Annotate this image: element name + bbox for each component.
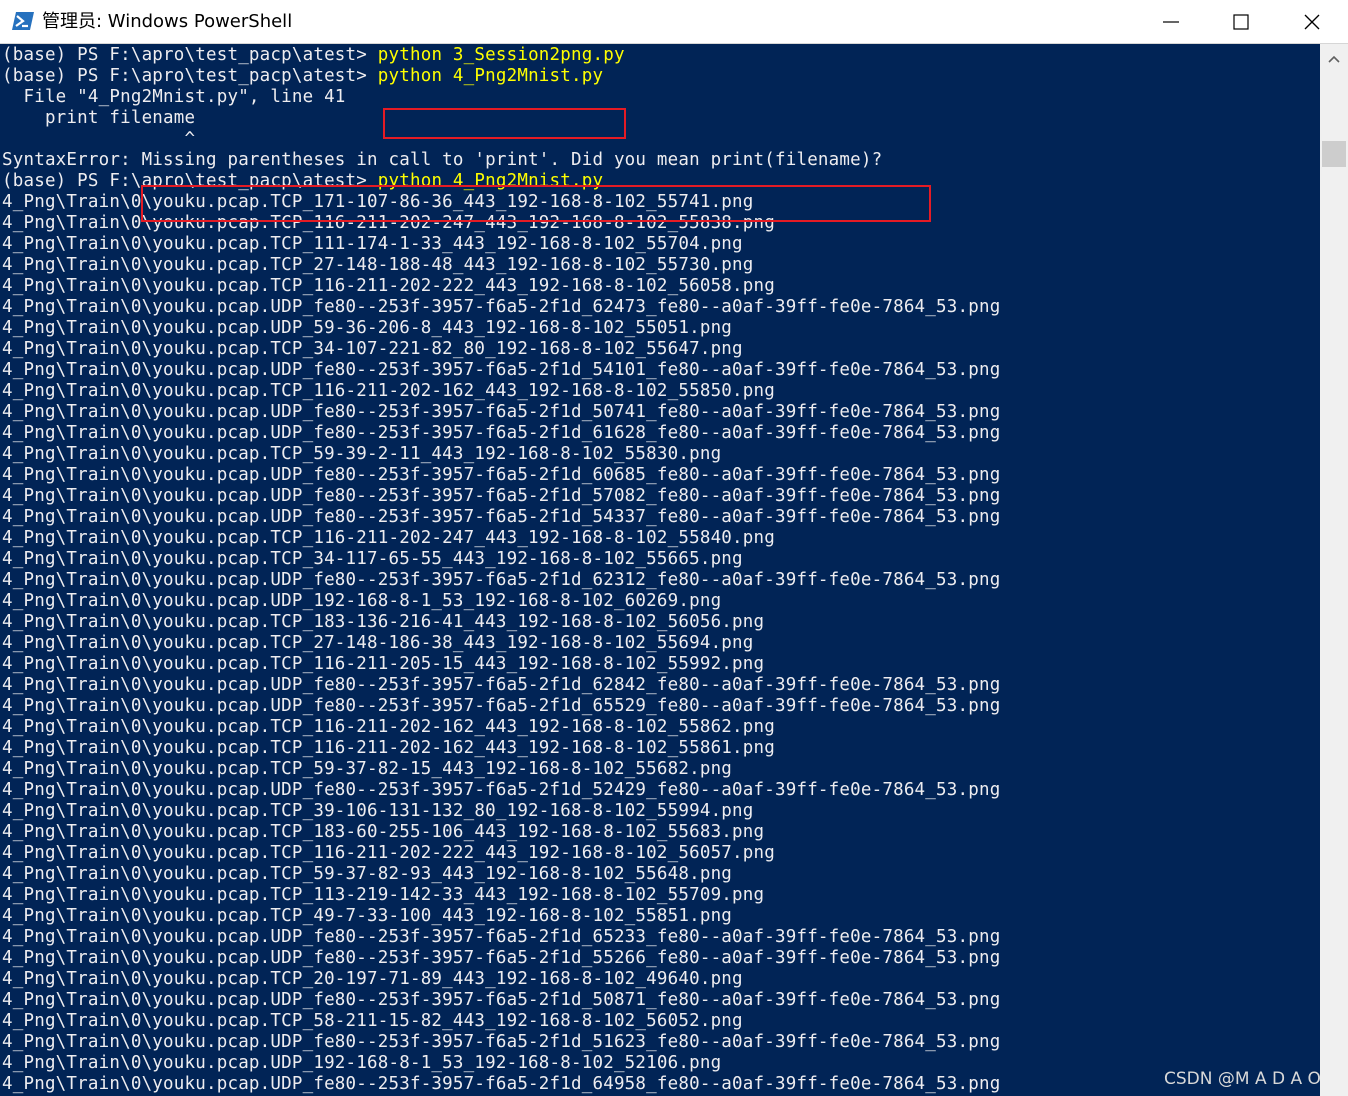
console-line: 4_Png\Train\0\youku.pcap.UDP_59-36-206-8… [2, 318, 733, 338]
vertical-scrollbar[interactable] [1320, 44, 1348, 1096]
console-line: 4_Png\Train\0\youku.pcap.TCP_49-7-33-100… [2, 906, 733, 926]
highlight-box-command [383, 108, 626, 139]
console-line: 4_Png\Train\0\youku.pcap.TCP_113-219-142… [2, 885, 765, 905]
console-line: 4_Png\Train\0\youku.pcap.TCP_39-106-131-… [2, 801, 754, 821]
console-line: 4_Png\Train\0\youku.pcap.UDP_fe80--253f-… [2, 1074, 1001, 1094]
console-line: 4_Png\Train\0\youku.pcap.UDP_fe80--253f-… [2, 402, 1001, 422]
console-line: 4_Png\Train\0\youku.pcap.UDP_fe80--253f-… [2, 696, 1001, 716]
close-icon [1304, 14, 1320, 30]
watermark: CSDN @M A D A O [1164, 1069, 1321, 1089]
console-line: 4_Png\Train\0\youku.pcap.TCP_59-37-82-93… [2, 864, 733, 884]
maximize-button[interactable] [1206, 0, 1276, 44]
console-line: 4_Png\Train\0\youku.pcap.TCP_116-211-202… [2, 717, 775, 737]
console-line: 4_Png\Train\0\youku.pcap.TCP_34-117-65-5… [2, 549, 743, 569]
console-line: 4_Png\Train\0\youku.pcap.TCP_116-211-202… [2, 381, 775, 401]
console-line: 4_Png\Train\0\youku.pcap.TCP_34-107-221-… [2, 339, 743, 359]
console-line: 4_Png\Train\0\youku.pcap.TCP_27-148-186-… [2, 633, 754, 653]
console-line: 4_Png\Train\0\youku.pcap.TCP_116-211-202… [2, 738, 775, 758]
console-line: 4_Png\Train\0\youku.pcap.UDP_192-168-8-1… [2, 591, 722, 611]
console-line: 4_Png\Train\0\youku.pcap.TCP_58-211-15-8… [2, 1011, 743, 1031]
console-line: 4_Png\Train\0\youku.pcap.TCP_116-211-202… [2, 843, 775, 863]
console-line: 4_Png\Train\0\youku.pcap.UDP_fe80--253f-… [2, 423, 1001, 443]
prompt-text: (base) PS F:\apro\test_pacp\atest> [2, 45, 378, 65]
console-line: 4_Png\Train\0\youku.pcap.UDP_fe80--253f-… [2, 507, 1001, 527]
scroll-thumb[interactable] [1322, 141, 1346, 167]
highlight-box-error [141, 185, 931, 222]
console-line: 4_Png\Train\0\youku.pcap.UDP_fe80--253f-… [2, 360, 1001, 380]
console-line: 4_Png\Train\0\youku.pcap.UDP_fe80--253f-… [2, 675, 1001, 695]
console-line: 4_Png\Train\0\youku.pcap.UDP_fe80--253f-… [2, 990, 1001, 1010]
console-line: 4_Png\Train\0\youku.pcap.UDP_fe80--253f-… [2, 780, 1001, 800]
powershell-icon [12, 11, 34, 31]
chevron-up-icon [1328, 55, 1340, 63]
console-line: 4_Png\Train\0\youku.pcap.UDP_fe80--253f-… [2, 486, 1001, 506]
minimize-icon [1163, 21, 1179, 23]
console-line: 4_Png\Train\0\youku.pcap.TCP_20-197-71-8… [2, 969, 743, 989]
console-line: 4_Png\Train\0\youku.pcap.TCP_59-39-2-11_… [2, 444, 722, 464]
console-line: SyntaxError: Missing parentheses in call… [2, 150, 883, 170]
scroll-up-button[interactable] [1320, 44, 1348, 74]
powershell-window: 管理员: Windows PowerShell (base) PS F:\apr… [0, 0, 1348, 1096]
console-line: 4_Png\Train\0\youku.pcap.TCP_183-60-255-… [2, 822, 765, 842]
console-line: 4_Png\Train\0\youku.pcap.UDP_fe80--253f-… [2, 927, 1001, 947]
command-text: python 4_Png2Mnist.py [377, 66, 604, 86]
console-line: 4_Png\Train\0\youku.pcap.TCP_27-148-188-… [2, 255, 754, 275]
console-line: 4_Png\Train\0\youku.pcap.UDP_fe80--253f-… [2, 465, 1001, 485]
console-line: (base) PS F:\apro\test_pacp\atest> pytho… [2, 66, 1000, 87]
console-line: (base) PS F:\apro\test_pacp\atest> pytho… [2, 45, 1000, 66]
title-bar[interactable]: 管理员: Windows PowerShell [0, 0, 1348, 44]
minimize-button[interactable] [1136, 0, 1206, 44]
maximize-icon [1233, 14, 1249, 30]
close-button[interactable] [1277, 0, 1347, 44]
prompt-text: (base) PS F:\apro\test_pacp\atest> [2, 66, 378, 86]
console-line: File "4_Png2Mnist.py", line 41 [2, 87, 346, 107]
console-line: 4_Png\Train\0\youku.pcap.TCP_111-174-1-3… [2, 234, 743, 254]
console-line: 4_Png\Train\0\youku.pcap.TCP_116-211-202… [2, 528, 775, 548]
console-line: 4_Png\Train\0\youku.pcap.UDP_fe80--253f-… [2, 948, 1001, 968]
console-line: 4_Png\Train\0\youku.pcap.UDP_fe80--253f-… [2, 1032, 1001, 1052]
console-line: 4_Png\Train\0\youku.pcap.TCP_116-211-205… [2, 654, 765, 674]
console-output[interactable]: (base) PS F:\apro\test_pacp\atest> pytho… [0, 44, 1320, 1096]
console-line: 4_Png\Train\0\youku.pcap.UDP_fe80--253f-… [2, 297, 1001, 317]
console-line: 4_Png\Train\0\youku.pcap.TCP_116-211-202… [2, 276, 775, 296]
console-line: 4_Png\Train\0\youku.pcap.TCP_183-136-216… [2, 612, 765, 632]
command-text: python 3_Session2png.py [377, 45, 625, 65]
console-line: 4_Png\Train\0\youku.pcap.TCP_59-37-82-15… [2, 759, 733, 779]
console-line: 4_Png\Train\0\youku.pcap.UDP_fe80--253f-… [2, 570, 1001, 590]
window-title: 管理员: Windows PowerShell [42, 11, 293, 32]
console-line: 4_Png\Train\0\youku.pcap.UDP_192-168-8-1… [2, 1053, 722, 1073]
